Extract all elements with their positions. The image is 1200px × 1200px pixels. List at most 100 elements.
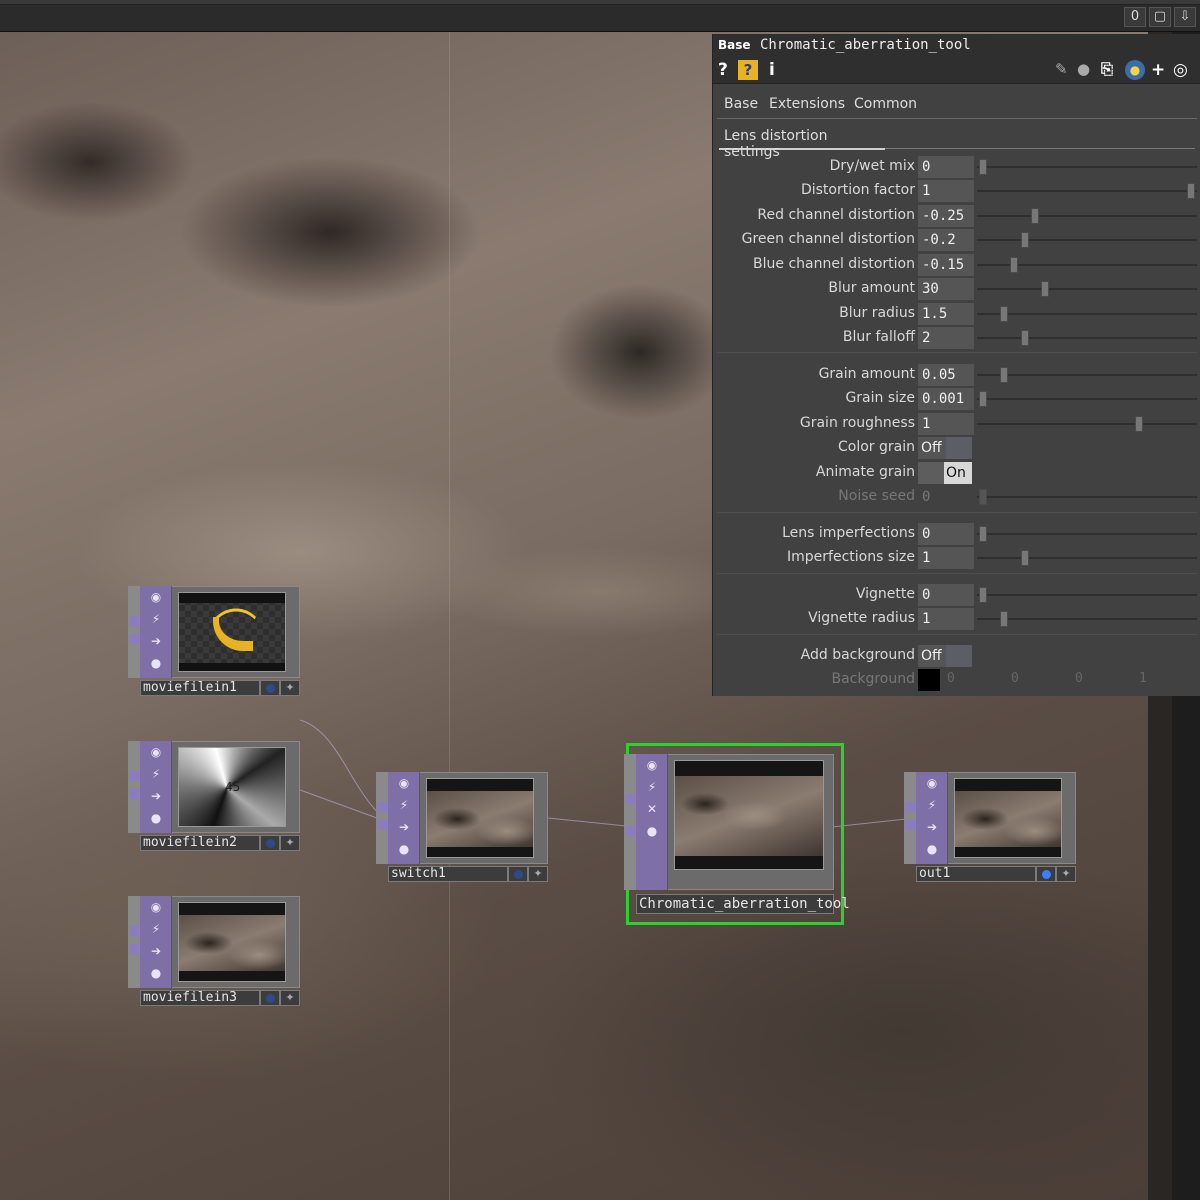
param-slider[interactable]	[977, 159, 1197, 175]
counter-button[interactable]: 0	[1124, 7, 1146, 27]
param-value-field[interactable]: 1.5	[918, 303, 974, 325]
bypass-icon[interactable]: ⚡	[140, 608, 172, 630]
tab-lens-distortion-settings[interactable]: Lens distortion settings	[719, 126, 885, 160]
lock-icon[interactable]: ●	[916, 838, 948, 860]
param-value-field[interactable]: 0.05	[918, 364, 974, 386]
lock-icon[interactable]: ●	[140, 652, 172, 674]
param-value-field[interactable]: 0.001	[918, 388, 974, 410]
slider-handle[interactable]	[1187, 183, 1195, 199]
slider-handle[interactable]	[1031, 208, 1039, 224]
down-arrow-icon[interactable]: ⇩	[1174, 7, 1196, 27]
param-slider[interactable]	[977, 550, 1197, 566]
tab-base[interactable]: Base	[724, 96, 758, 112]
param-value-field[interactable]: 1	[918, 413, 974, 435]
edit-icon[interactable]: ✎	[1055, 60, 1068, 78]
param-slider[interactable]	[977, 416, 1197, 432]
bypass-icon[interactable]: ⚡	[388, 794, 420, 816]
slider-handle[interactable]	[1000, 611, 1008, 627]
node-label[interactable]: moviefilein3	[140, 990, 260, 1006]
node-label[interactable]: moviefilein1	[140, 680, 260, 696]
render-icon[interactable]: ➔	[140, 940, 172, 962]
slider-handle[interactable]	[1021, 330, 1029, 346]
background-rgba-field[interactable]: 0	[1011, 671, 1019, 686]
param-value-field[interactable]: 1	[918, 180, 974, 202]
add-background-toggle[interactable]: Off	[918, 645, 972, 667]
param-value-field[interactable]: -0.25	[918, 205, 974, 227]
close-icon[interactable]: ✕	[636, 798, 668, 820]
param-slider[interactable]	[977, 208, 1197, 224]
param-slider[interactable]	[977, 183, 1197, 199]
bypass-icon[interactable]: ⚡	[916, 794, 948, 816]
render-icon[interactable]: ➔	[140, 785, 172, 807]
background-rgba-field[interactable]: 1	[1139, 671, 1147, 686]
param-slider[interactable]	[977, 611, 1197, 627]
bypass-icon[interactable]: ⚡	[140, 918, 172, 940]
background-rgba-field[interactable]: 0	[947, 671, 955, 686]
display-flag[interactable]	[1036, 866, 1056, 882]
info-icon[interactable]: i	[769, 60, 775, 80]
viewer-icon[interactable]: ◉	[388, 772, 420, 794]
param-slider[interactable]	[977, 306, 1197, 322]
lock-icon[interactable]: ●	[140, 962, 172, 984]
tab-common[interactable]: Common	[854, 96, 917, 112]
param-slider[interactable]	[977, 489, 1197, 505]
slider-handle[interactable]	[979, 391, 987, 407]
viewer-icon[interactable]: ◉	[140, 586, 172, 608]
add-icon[interactable]: +	[1151, 60, 1165, 80]
plus-flag-icon[interactable]: ✦	[280, 990, 300, 1006]
node-label[interactable]: out1	[916, 866, 1036, 882]
param-value-field[interactable]: 1	[918, 608, 974, 630]
target-icon[interactable]: ◎	[1173, 60, 1188, 80]
param-value-field[interactable]: 0	[918, 486, 974, 508]
viewer-icon[interactable]: ◉	[636, 754, 668, 776]
node-label[interactable]: Chromatic_aberration_tool	[636, 894, 850, 914]
tab-extensions[interactable]: Extensions	[769, 96, 845, 112]
param-value-field[interactable]: -0.15	[918, 254, 974, 276]
param-value-field[interactable]: 0	[918, 156, 974, 178]
param-value-field[interactable]: 0	[918, 584, 974, 606]
render-icon[interactable]: ➔	[388, 816, 420, 838]
viewer-icon[interactable]: ◉	[916, 772, 948, 794]
param-slider[interactable]	[977, 367, 1197, 383]
comment-icon[interactable]: ●	[1077, 60, 1090, 78]
slider-handle[interactable]	[979, 159, 987, 175]
lock-icon[interactable]: ●	[636, 820, 668, 842]
animate-grain-toggle[interactable]: On	[918, 462, 972, 484]
slider-handle[interactable]	[979, 489, 987, 505]
slider-handle[interactable]	[1000, 367, 1008, 383]
slider-handle[interactable]	[1135, 416, 1143, 432]
lock-icon[interactable]: ●	[140, 807, 172, 829]
help-icon[interactable]: ?	[718, 60, 728, 80]
param-slider[interactable]	[977, 281, 1197, 297]
display-flag[interactable]	[508, 866, 528, 882]
param-value-field[interactable]: 1	[918, 547, 974, 569]
background-color-swatch[interactable]	[918, 669, 940, 691]
display-flag[interactable]	[260, 990, 280, 1006]
slider-handle[interactable]	[1000, 306, 1008, 322]
plus-flag-icon[interactable]: ✦	[1056, 866, 1076, 882]
display-flag[interactable]	[260, 680, 280, 696]
viewer-icon[interactable]: ◉	[140, 741, 172, 763]
param-value-field[interactable]: -0.2	[918, 229, 974, 251]
slider-handle[interactable]	[979, 587, 987, 603]
slider-handle[interactable]	[1041, 281, 1049, 297]
slider-handle[interactable]	[979, 526, 987, 542]
render-icon[interactable]: ➔	[140, 630, 172, 652]
param-slider[interactable]	[977, 257, 1197, 273]
param-value-field[interactable]: 2	[918, 327, 974, 349]
display-flag[interactable]	[260, 835, 280, 851]
background-rgba-field[interactable]: 0	[1075, 671, 1083, 686]
render-icon[interactable]: ➔	[916, 816, 948, 838]
param-value-field[interactable]: 30	[918, 278, 974, 300]
python-icon[interactable]: ●	[1125, 60, 1145, 80]
python-help-icon[interactable]: ?	[738, 60, 758, 80]
slider-handle[interactable]	[1021, 232, 1029, 248]
param-slider[interactable]	[977, 587, 1197, 603]
clone-icon[interactable]: ⎘	[1101, 60, 1113, 78]
param-value-field[interactable]: 0	[918, 523, 974, 545]
node-label[interactable]: switch1	[388, 866, 508, 882]
plus-flag-icon[interactable]: ✦	[280, 680, 300, 696]
bypass-icon[interactable]: ⚡	[636, 776, 668, 798]
lock-icon[interactable]: ●	[388, 838, 420, 860]
param-slider[interactable]	[977, 391, 1197, 407]
